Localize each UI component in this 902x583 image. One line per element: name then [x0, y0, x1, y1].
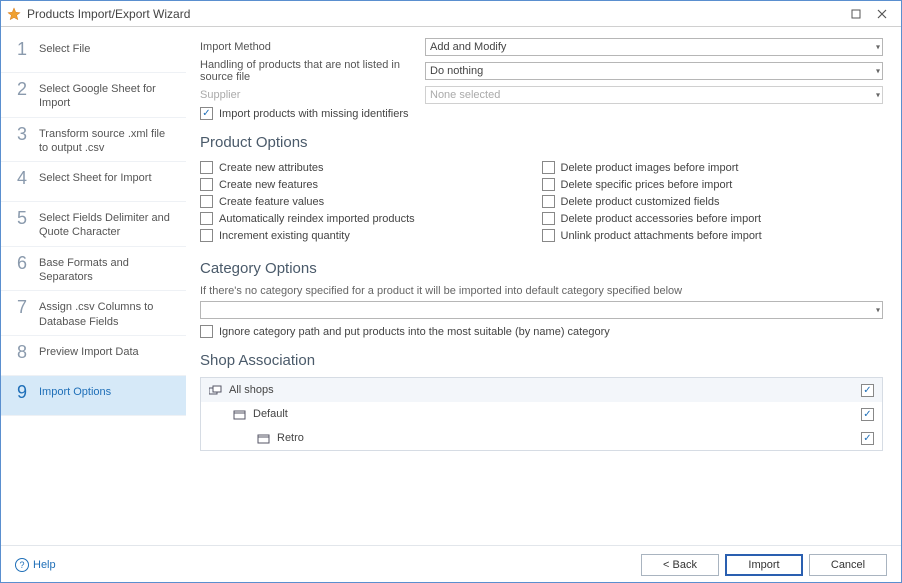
shop-association-heading: Shop Association	[200, 352, 883, 369]
chevron-down-icon: ▾	[876, 306, 880, 315]
import-method-label: Import Method	[200, 41, 425, 53]
shop-retro-checkbox[interactable]	[861, 432, 874, 445]
help-link[interactable]: ? Help	[15, 558, 56, 572]
checkbox-icon	[542, 195, 555, 208]
import-method-select[interactable]: Add and Modify▾	[425, 38, 883, 56]
checkbox-icon	[200, 325, 213, 338]
ignore-category-path-check[interactable]: Ignore category path and put products in…	[200, 325, 883, 338]
shop-row-default[interactable]: Default	[201, 402, 882, 426]
shop-row-retro[interactable]: Retro	[201, 426, 882, 450]
create-feature-values-check[interactable]: Create feature values	[200, 195, 542, 208]
help-icon: ?	[15, 558, 29, 572]
shop-tree: All shops Default Retro	[200, 377, 883, 451]
product-options-heading: Product Options	[200, 134, 883, 151]
delete-prices-check[interactable]: Delete specific prices before import	[542, 178, 884, 191]
shop-default-checkbox[interactable]	[861, 408, 874, 421]
step-base-formats[interactable]: 6Base Formats and Separators	[1, 247, 186, 292]
cancel-button[interactable]: Cancel	[809, 554, 887, 576]
delete-images-check[interactable]: Delete product images before import	[542, 161, 884, 174]
step-delimiter-quote[interactable]: 5Select Fields Delimiter and Quote Chara…	[1, 202, 186, 247]
increment-quantity-check[interactable]: Increment existing quantity	[200, 229, 542, 242]
shop-icon	[233, 409, 247, 420]
window-title: Products Import/Export Wizard	[27, 7, 843, 21]
checkbox-icon	[542, 161, 555, 174]
missing-identifiers-check[interactable]: Import products with missing identifiers	[200, 107, 883, 120]
app-icon	[7, 7, 21, 21]
shop-icon	[257, 433, 271, 444]
step-select-file[interactable]: 1Select File	[1, 33, 186, 73]
checkbox-icon	[200, 107, 213, 120]
wizard-steps-sidebar: 1Select File 2Select Google Sheet for Im…	[1, 27, 186, 545]
back-button[interactable]: < Back	[641, 554, 719, 576]
checkbox-icon	[200, 212, 213, 225]
delete-accessories-check[interactable]: Delete product accessories before import	[542, 212, 884, 225]
checkbox-icon	[200, 161, 213, 174]
create-new-features-check[interactable]: Create new features	[200, 178, 542, 191]
content-pane: Import Method Add and Modify▾ Handling o…	[186, 27, 901, 545]
chevron-down-icon: ▾	[876, 91, 880, 100]
handling-select[interactable]: Do nothing▾	[425, 62, 883, 80]
title-bar: Products Import/Export Wizard	[1, 1, 901, 27]
checkbox-icon	[542, 229, 555, 242]
shops-icon	[209, 385, 223, 396]
default-category-select[interactable]: ▾	[200, 301, 883, 319]
step-select-sheet[interactable]: 4Select Sheet for Import	[1, 162, 186, 202]
checkbox-icon	[542, 212, 555, 225]
checkbox-icon	[200, 229, 213, 242]
import-button[interactable]: Import	[725, 554, 803, 576]
handling-label: Handling of products that are not listed…	[200, 59, 425, 83]
step-import-options[interactable]: 9Import Options	[1, 376, 186, 416]
checkbox-icon	[200, 195, 213, 208]
supplier-label: Supplier	[200, 89, 425, 101]
step-select-google-sheet[interactable]: 2Select Google Sheet for Import	[1, 73, 186, 118]
category-note: If there's no category specified for a p…	[200, 285, 883, 297]
footer-bar: ? Help < Back Import Cancel	[1, 545, 901, 583]
auto-reindex-check[interactable]: Automatically reindex imported products	[200, 212, 542, 225]
checkbox-icon	[542, 178, 555, 191]
chevron-down-icon: ▾	[876, 67, 880, 76]
supplier-select: None selected▾	[425, 86, 883, 104]
unlink-attachments-check[interactable]: Unlink product attachments before import	[542, 229, 884, 242]
delete-customized-check[interactable]: Delete product customized fields	[542, 195, 884, 208]
checkbox-icon	[200, 178, 213, 191]
close-button[interactable]	[869, 4, 895, 24]
shop-row-all[interactable]: All shops	[201, 378, 882, 402]
shop-all-checkbox[interactable]	[861, 384, 874, 397]
step-transform-xml[interactable]: 3Transform source .xml file to output .c…	[1, 118, 186, 163]
chevron-down-icon: ▾	[876, 43, 880, 52]
create-new-attributes-check[interactable]: Create new attributes	[200, 161, 542, 174]
step-preview-data[interactable]: 8Preview Import Data	[1, 336, 186, 376]
maximize-button[interactable]	[843, 4, 869, 24]
category-options-heading: Category Options	[200, 260, 883, 277]
step-assign-columns[interactable]: 7Assign .csv Columns to Database Fields	[1, 291, 186, 336]
